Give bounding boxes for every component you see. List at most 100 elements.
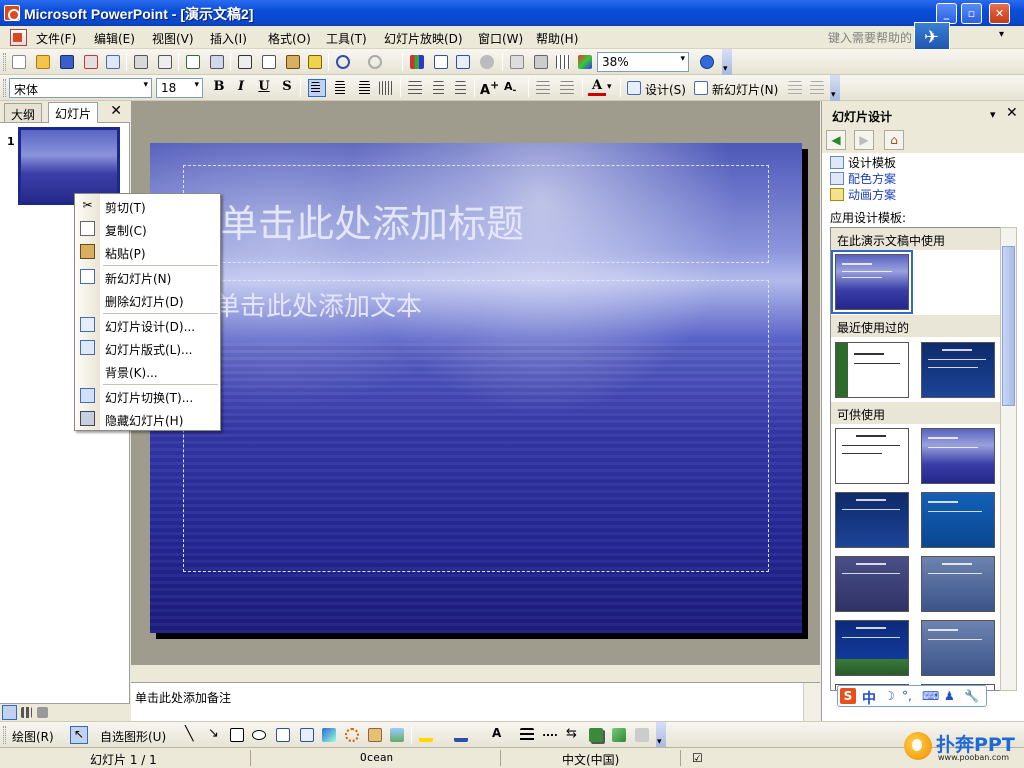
fill-color-icon[interactable] <box>417 726 435 744</box>
redo-icon[interactable] <box>366 53 384 71</box>
link-animation-schemes[interactable]: 动画方案 <box>830 186 896 203</box>
body-placeholder-text[interactable]: 单击此处添加文本 <box>214 286 422 323</box>
oval-icon[interactable] <box>250 726 268 744</box>
back-arrow-icon[interactable]: ◀ <box>826 130 846 150</box>
horizontal-scrollbar[interactable] <box>131 665 820 682</box>
copy-icon[interactable] <box>260 53 278 71</box>
menu-slideshow[interactable]: 幻灯片放映(D) <box>384 30 463 47</box>
slide-sorter-view-icon[interactable] <box>19 705 34 720</box>
spellcheck-status-icon[interactable]: ☑ <box>692 751 703 765</box>
shadow-style-icon[interactable] <box>587 726 605 744</box>
font-size-select[interactable]: 18 ▾ <box>156 78 203 98</box>
wrench-icon[interactable]: 🔧 <box>964 689 979 703</box>
3d-style-icon[interactable] <box>610 726 628 744</box>
zoom-select[interactable]: 38% ▾ <box>597 52 689 72</box>
tab-outline[interactable]: 大纲 <box>4 103 43 122</box>
arrow-style-icon[interactable]: ⇆ <box>564 726 582 744</box>
body-placeholder-box[interactable] <box>183 280 769 572</box>
save-icon[interactable] <box>58 53 76 71</box>
vertical-textbox-icon[interactable] <box>298 726 316 744</box>
decrease-font-icon[interactable]: A- <box>504 79 522 97</box>
move-down-icon[interactable] <box>808 79 826 97</box>
template-thumbnail[interactable] <box>921 556 995 612</box>
increase-font-icon[interactable]: A+ <box>480 79 499 98</box>
align-right-icon[interactable] <box>354 79 372 97</box>
wordart-icon[interactable] <box>320 726 338 744</box>
font-color-button[interactable]: A <box>588 79 606 96</box>
menu-item-background[interactable]: 背景(K)... <box>75 360 222 382</box>
new-icon[interactable] <box>10 53 28 71</box>
underline-button[interactable]: U <box>255 79 273 94</box>
show-formatting-icon[interactable] <box>532 53 550 71</box>
normal-view-icon[interactable] <box>2 705 17 720</box>
design-button[interactable]: 设计(S) <box>645 81 686 98</box>
template-thumbnail[interactable] <box>835 492 909 548</box>
clipart-icon[interactable] <box>366 726 384 744</box>
link-color-schemes[interactable]: 配色方案 <box>830 170 896 187</box>
bullets-icon[interactable] <box>450 79 468 97</box>
format-painter-icon[interactable] <box>306 53 324 71</box>
notes-placeholder[interactable]: 单击此处添加备注 <box>135 689 231 706</box>
grid-icon[interactable] <box>554 53 572 71</box>
close-icon[interactable]: ✕ <box>1006 105 1018 121</box>
research-icon[interactable] <box>208 53 226 71</box>
line-style-icon[interactable] <box>518 726 536 744</box>
new-slide-button[interactable]: 新幻灯片(N) <box>712 81 778 98</box>
numbering-icon[interactable] <box>428 79 446 97</box>
help-dropdown-icon[interactable]: ▾ <box>999 29 1004 40</box>
chevron-down-icon[interactable]: ▾ <box>990 108 996 121</box>
template-thumbnail[interactable] <box>921 342 995 398</box>
tables-borders-icon[interactable] <box>454 53 472 71</box>
increase-indent-icon[interactable] <box>558 79 576 97</box>
menu-window[interactable]: 窗口(W) <box>478 30 523 47</box>
shape-icon[interactable] <box>478 53 496 71</box>
menu-item-slide-layout[interactable]: 幻灯片版式(L)... <box>75 337 222 359</box>
ime-logo[interactable]: S <box>840 688 856 704</box>
menu-item-new-slide[interactable]: 新幻灯片(N) <box>75 266 222 288</box>
chevron-down-icon[interactable]: ▾ <box>607 82 612 92</box>
picture-icon[interactable] <box>388 726 406 744</box>
menu-edit[interactable]: 编辑(E) <box>94 30 135 47</box>
title-placeholder-text[interactable]: 单击此处添加标题 <box>220 193 524 248</box>
slide-canvas[interactable]: 单击此处添加标题 单击此处添加文本 <box>150 143 802 633</box>
tab-slides[interactable]: 幻灯片 <box>48 102 99 123</box>
ime-mode[interactable]: 中 <box>862 688 876 708</box>
permission-icon[interactable] <box>82 53 100 71</box>
menu-format[interactable]: 格式(O) <box>268 30 311 47</box>
text-direction-icon[interactable] <box>377 79 395 97</box>
punctuation-icon[interactable]: °, <box>902 689 912 703</box>
cut-icon[interactable] <box>236 53 254 71</box>
help-icon[interactable] <box>698 53 716 71</box>
table-icon[interactable] <box>432 53 450 71</box>
rectangle-icon[interactable] <box>228 726 246 744</box>
menu-item-paste[interactable]: 粘贴(P) <box>75 241 222 263</box>
spelling-icon[interactable] <box>184 53 202 71</box>
move-up-icon[interactable] <box>786 79 804 97</box>
rotate-icon[interactable] <box>633 726 651 744</box>
line-spacing-icon[interactable] <box>406 79 424 97</box>
keyboard-icon[interactable]: ⌨ <box>922 689 939 703</box>
print-preview-icon[interactable] <box>156 53 174 71</box>
menu-item-slide-design[interactable]: 幻灯片设计(D)... <box>75 314 222 336</box>
menu-file[interactable]: 文件(F) <box>36 30 76 47</box>
chart-icon[interactable] <box>408 53 426 71</box>
home-icon[interactable]: ⌂ <box>884 130 904 150</box>
forward-arrow-icon[interactable]: ▶ <box>854 130 874 150</box>
template-thumbnail[interactable] <box>835 556 909 612</box>
menu-help[interactable]: 帮助(H) <box>536 30 578 47</box>
notes-scrollbar[interactable] <box>803 683 820 721</box>
link-design-templates[interactable]: 设计模板 <box>830 154 896 171</box>
dash-style-icon[interactable] <box>541 726 559 744</box>
menu-tools[interactable]: 工具(T) <box>326 30 367 47</box>
email-icon[interactable] <box>104 53 122 71</box>
toolbar-grip[interactable] <box>3 53 6 71</box>
minimize-button[interactable]: _ <box>936 3 957 24</box>
toolbar-grip[interactable] <box>3 79 6 97</box>
expand-all-icon[interactable] <box>508 53 526 71</box>
toolbar-grip[interactable] <box>3 726 6 744</box>
user-icon[interactable]: ♟ <box>944 689 955 703</box>
align-left-icon[interactable] <box>308 79 326 97</box>
color-grayscale-icon[interactable] <box>576 53 594 71</box>
template-thumbnail[interactable] <box>921 492 995 548</box>
maximize-button[interactable]: ▫ <box>961 3 982 24</box>
